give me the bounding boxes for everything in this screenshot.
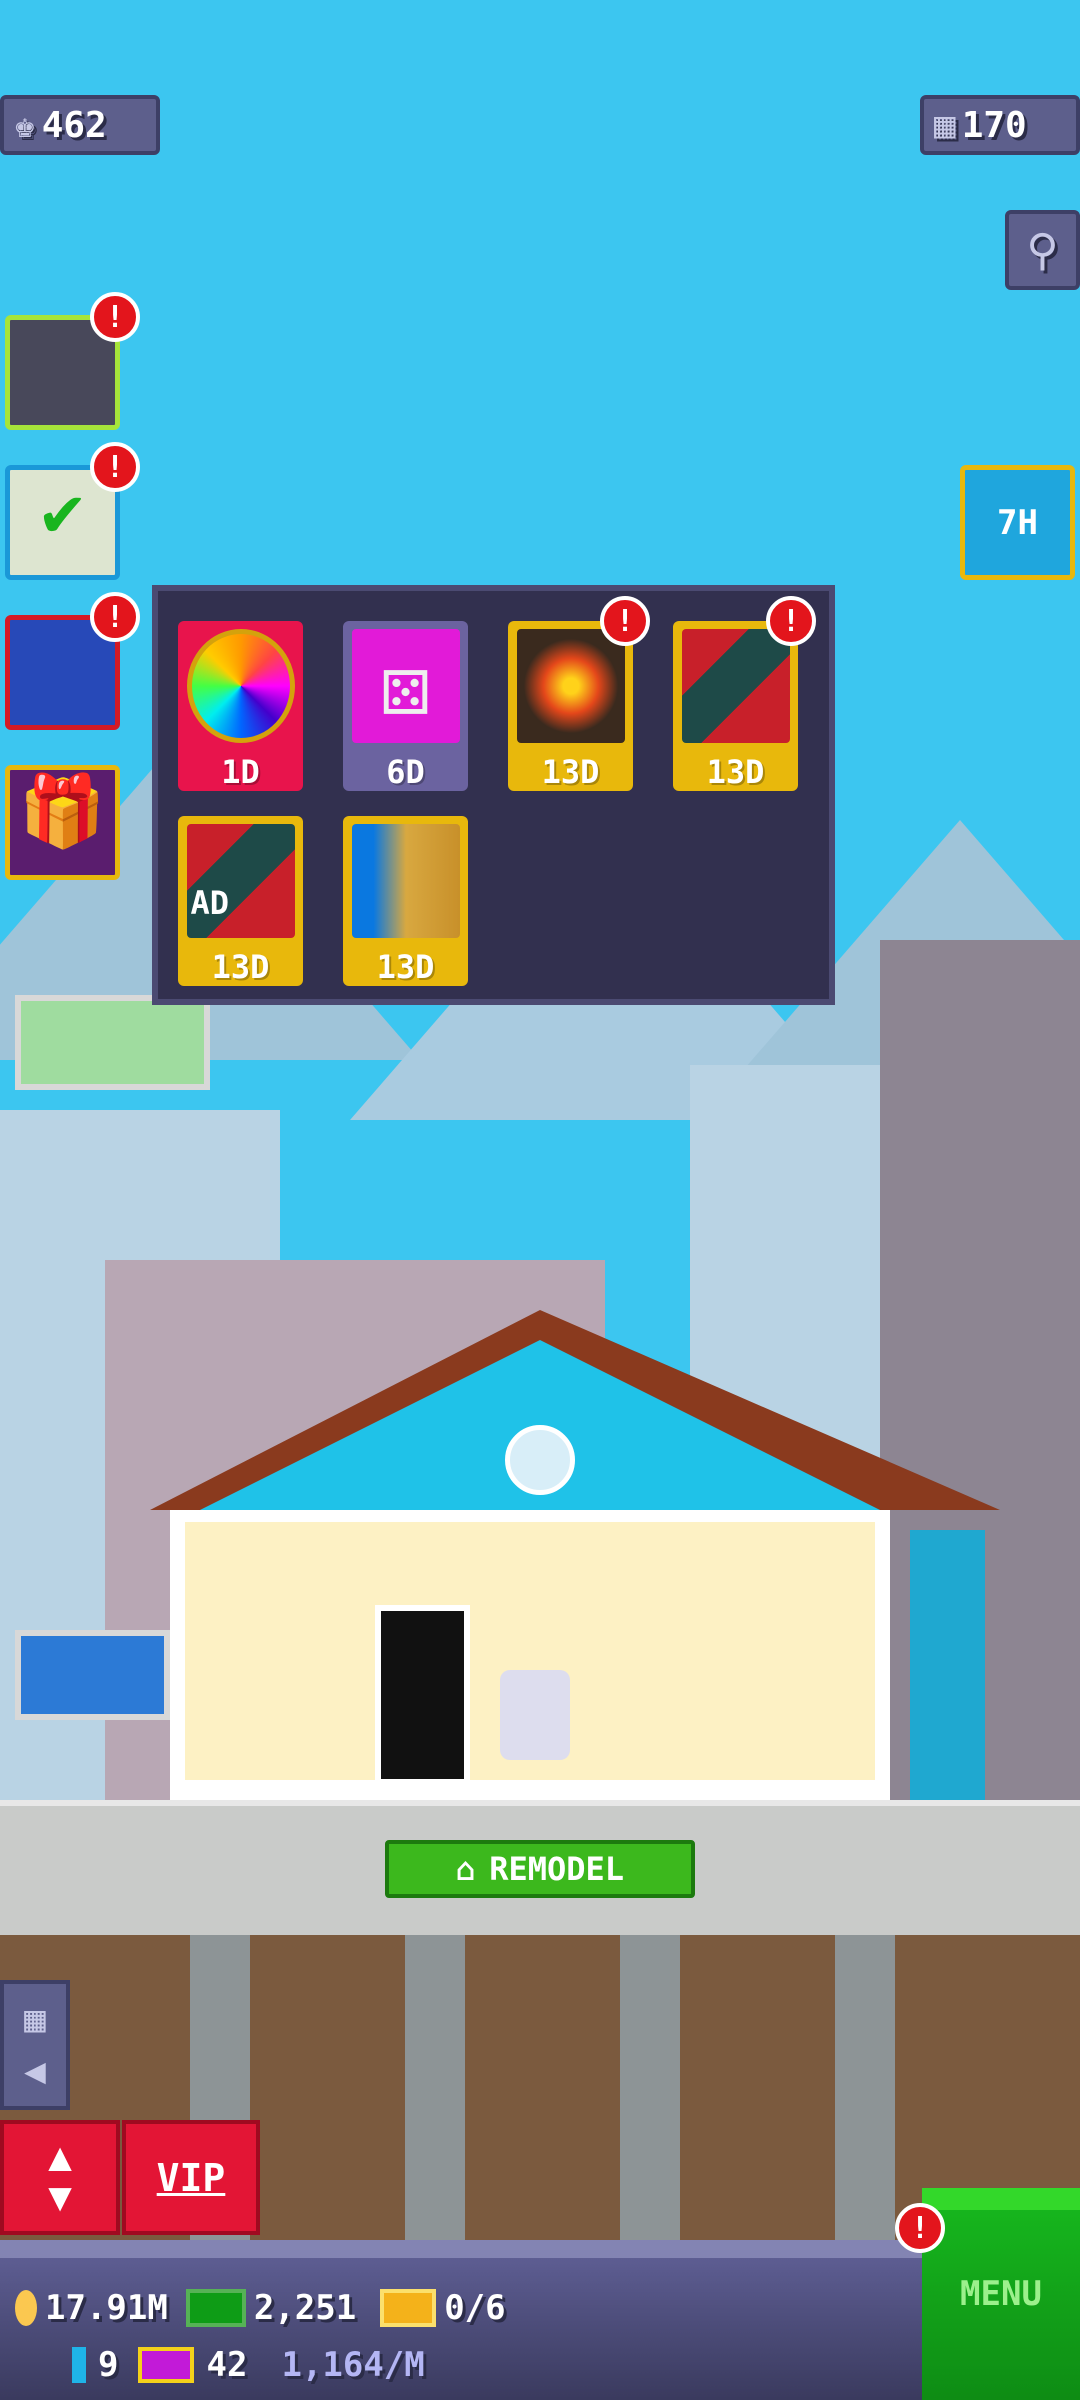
vip-button[interactable]: VIP <box>122 2120 260 2235</box>
floor-nav-tab[interactable]: ▦ ◀ <box>0 1980 70 2110</box>
up-down-icon: ▲ ▼ <box>40 2135 80 2220</box>
coins-value: 17.91M <box>45 2288 168 2328</box>
event-duration: 13D <box>706 753 765 791</box>
search-button[interactable]: ⚲ <box>1005 210 1080 290</box>
remodel-button[interactable]: ⌂ REMODEL <box>385 1840 695 1898</box>
magnifier-icon: ⚲ <box>1026 225 1059 275</box>
event-red-envelopes-ad[interactable]: AD 13D <box>178 816 303 986</box>
gift-button[interactable]: 🎁 <box>5 765 120 880</box>
menu-button[interactable]: MENU <box>922 2188 1080 2400</box>
lantern-icon <box>516 629 625 743</box>
alert-badge: ! <box>600 596 650 646</box>
vip-label: VIP <box>156 2155 226 2200</box>
event-lantern[interactable]: 13D <box>508 621 633 791</box>
event-duration: 1D <box>221 753 260 791</box>
status-bar: 17.91M 2,251 0/6 9 42 1,164/M <box>0 2240 922 2400</box>
arrow-left-icon: ◀ <box>24 2051 46 2092</box>
person-icon: ♚ <box>14 104 36 146</box>
dice-icon: ⚄ <box>351 629 460 743</box>
floors-value: 170 <box>961 104 1027 146</box>
alert-badge: ! <box>895 2203 945 2253</box>
timer-text: 7H <box>997 502 1038 543</box>
vip-ticket-icon <box>138 2347 195 2383</box>
alert-badge: ! <box>90 442 140 492</box>
elevator-button[interactable]: ▲ ▼ <box>0 2120 120 2235</box>
event-duration: 13D <box>541 753 600 791</box>
event-wheel[interactable]: 1D <box>178 621 303 791</box>
floors-counter[interactable]: ▦ 170 <box>920 95 1080 155</box>
building-icon: ▦ <box>934 104 956 146</box>
bux-icon <box>185 2289 246 2327</box>
remodel-label: REMODEL <box>489 1850 625 1888</box>
house-icon: ⌂ <box>455 1850 476 1888</box>
color-wheel-icon <box>186 629 295 743</box>
door[interactable] <box>375 1605 470 1785</box>
alert-badge: ! <box>90 292 140 342</box>
income-rate: 1,164/M <box>281 2345 425 2385</box>
events-popup: 1D ⚄ 6D 13D ! 13D ! AD 13D 13D <box>152 585 835 1005</box>
billboard-food <box>15 995 210 1090</box>
event-duration: 6D <box>386 753 425 791</box>
alert-badge: ! <box>90 592 140 642</box>
coin-icon <box>15 2290 37 2326</box>
ad-overlay: AD <box>190 884 230 922</box>
battery-icon <box>72 2347 86 2383</box>
dragon-icon <box>351 824 460 938</box>
vip-tickets-value: 42 <box>206 2345 248 2385</box>
batteries-value: 9 <box>98 2345 119 2385</box>
bux-value: 2,251 <box>253 2288 357 2328</box>
population-value: 462 <box>41 104 107 146</box>
event-duration: 13D <box>376 948 435 986</box>
red-envelope-icon <box>681 629 790 743</box>
building-icon: ▦ <box>24 1999 46 2040</box>
billboard-bank <box>15 1630 170 1720</box>
event-dice[interactable]: ⚄ 6D <box>343 621 468 791</box>
alert-badge: ! <box>766 596 816 646</box>
event-dragon[interactable]: 13D <box>343 816 468 986</box>
golden-tickets-value: 0/6 <box>444 2288 506 2328</box>
red-envelope-icon: AD <box>186 824 295 938</box>
robot-cat <box>500 1670 570 1760</box>
lobby-house[interactable] <box>150 1310 1000 1800</box>
event-red-envelopes[interactable]: 13D <box>673 621 798 791</box>
event-duration: 13D <box>211 948 270 986</box>
menu-label: MENU <box>960 2274 1042 2314</box>
population-counter[interactable]: ♚ 462 <box>0 95 160 155</box>
timer-badge[interactable]: 7H <box>960 465 1075 580</box>
golden-ticket-icon <box>380 2289 437 2327</box>
round-window <box>505 1425 575 1495</box>
